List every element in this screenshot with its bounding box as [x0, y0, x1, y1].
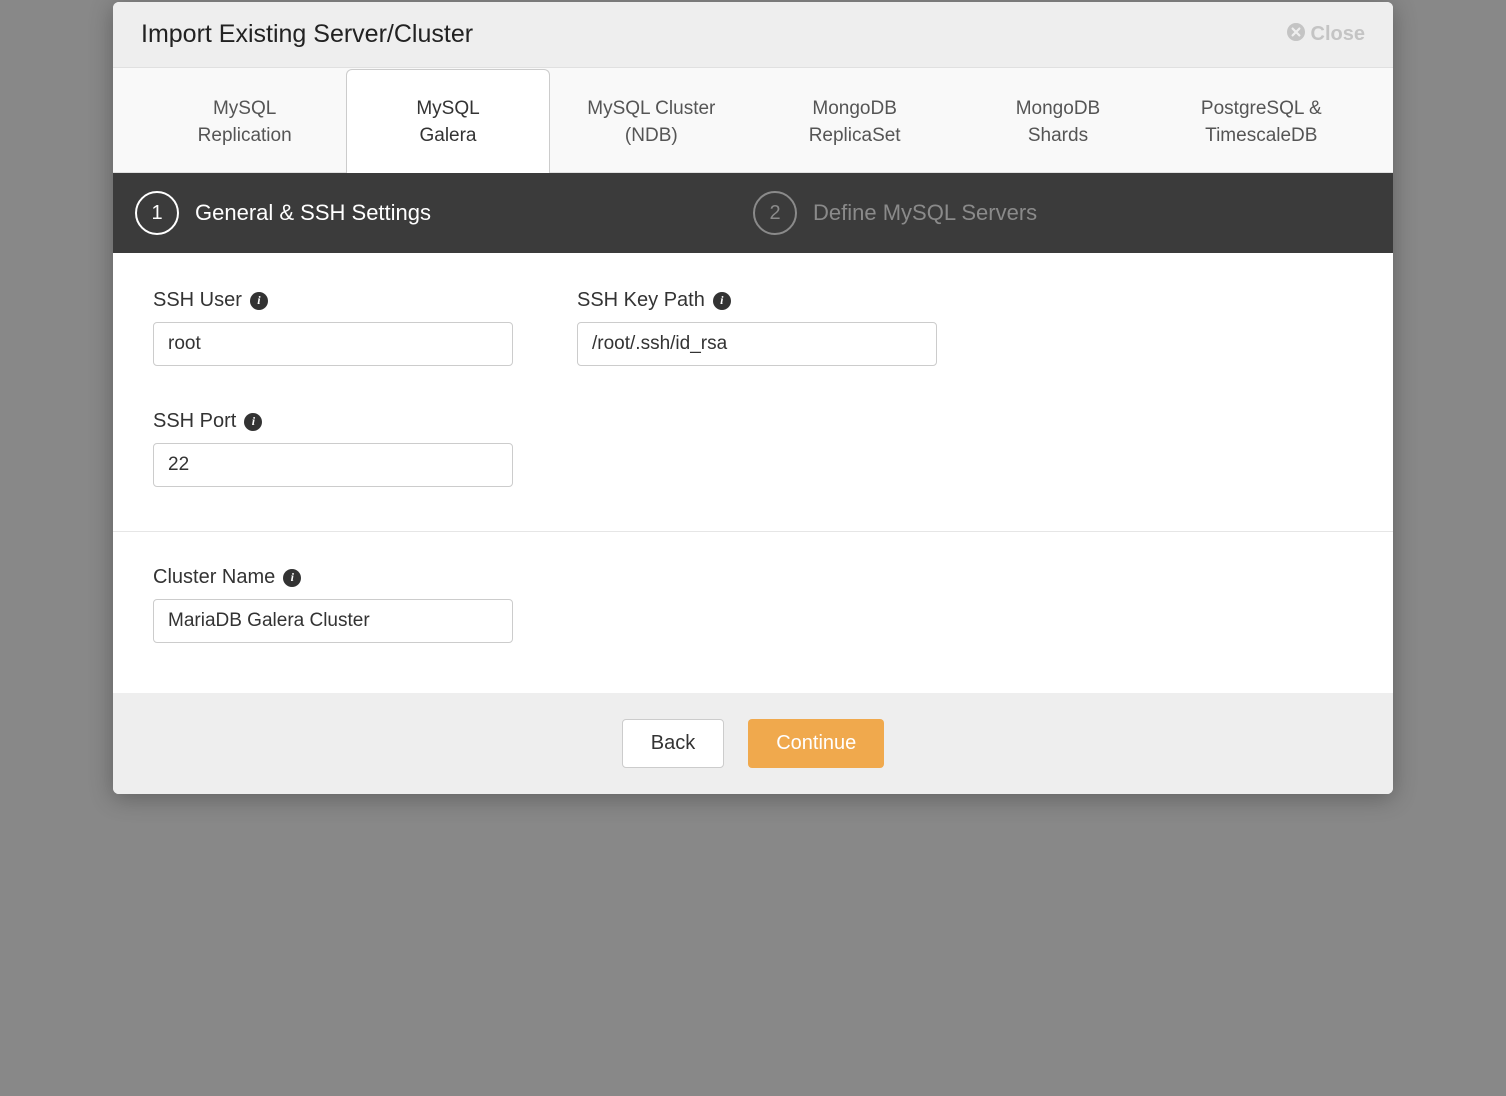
tab-mongodb-shards[interactable]: MongoDB Shards — [956, 69, 1159, 173]
back-button[interactable]: Back — [622, 719, 724, 768]
ssh-port-label: SSH Port i — [153, 410, 513, 433]
close-icon — [1287, 23, 1305, 47]
label-text: Cluster Name — [153, 566, 275, 589]
modal-title: Import Existing Server/Cluster — [141, 20, 473, 49]
divider — [113, 531, 1393, 532]
form-body: SSH User i SSH Key Path i SSH Port i — [113, 253, 1393, 693]
tab-mongodb-replicaset[interactable]: MongoDB ReplicaSet — [753, 69, 956, 173]
cluster-name-label: Cluster Name i — [153, 566, 513, 589]
close-label: Close — [1311, 23, 1365, 46]
cluster-type-tabs: MySQL Replication MySQL Galera MySQL Clu… — [113, 68, 1393, 173]
info-icon[interactable]: i — [283, 569, 301, 587]
ssh-port-group: SSH Port i — [153, 410, 513, 487]
step-define-servers[interactable]: 2 Define MySQL Servers — [753, 191, 1371, 235]
step-label: Define MySQL Servers — [813, 200, 1037, 226]
ssh-user-input[interactable] — [153, 322, 513, 366]
form-row: Cluster Name i — [153, 566, 1353, 643]
info-icon[interactable]: i — [250, 292, 268, 310]
step-number: 2 — [753, 191, 797, 235]
tab-postgresql-timescaledb[interactable]: PostgreSQL & TimescaleDB — [1160, 69, 1363, 173]
ssh-port-input[interactable] — [153, 443, 513, 487]
ssh-key-path-input[interactable] — [577, 322, 937, 366]
cluster-name-input[interactable] — [153, 599, 513, 643]
modal-footer: Back Continue — [113, 693, 1393, 794]
form-row: SSH User i SSH Key Path i — [153, 289, 1353, 366]
label-text: SSH Port — [153, 410, 236, 433]
info-icon[interactable]: i — [713, 292, 731, 310]
step-number: 1 — [135, 191, 179, 235]
close-button[interactable]: Close — [1287, 23, 1365, 47]
ssh-user-group: SSH User i — [153, 289, 513, 366]
step-label: General & SSH Settings — [195, 200, 431, 226]
import-cluster-modal: Import Existing Server/Cluster Close MyS… — [113, 2, 1393, 794]
continue-button[interactable]: Continue — [748, 719, 884, 768]
label-text: SSH User — [153, 289, 242, 312]
ssh-key-path-label: SSH Key Path i — [577, 289, 937, 312]
tab-mysql-cluster-ndb[interactable]: MySQL Cluster (NDB) — [550, 69, 753, 173]
step-general-ssh[interactable]: 1 General & SSH Settings — [135, 191, 753, 235]
wizard-steps: 1 General & SSH Settings 2 Define MySQL … — [113, 173, 1393, 253]
label-text: SSH Key Path — [577, 289, 705, 312]
ssh-user-label: SSH User i — [153, 289, 513, 312]
cluster-name-group: Cluster Name i — [153, 566, 513, 643]
tab-mysql-replication[interactable]: MySQL Replication — [143, 69, 346, 173]
ssh-key-path-group: SSH Key Path i — [577, 289, 937, 366]
form-row: SSH Port i — [153, 410, 1353, 487]
modal-header: Import Existing Server/Cluster Close — [113, 2, 1393, 68]
info-icon[interactable]: i — [244, 413, 262, 431]
tab-mysql-galera[interactable]: MySQL Galera — [346, 69, 549, 173]
